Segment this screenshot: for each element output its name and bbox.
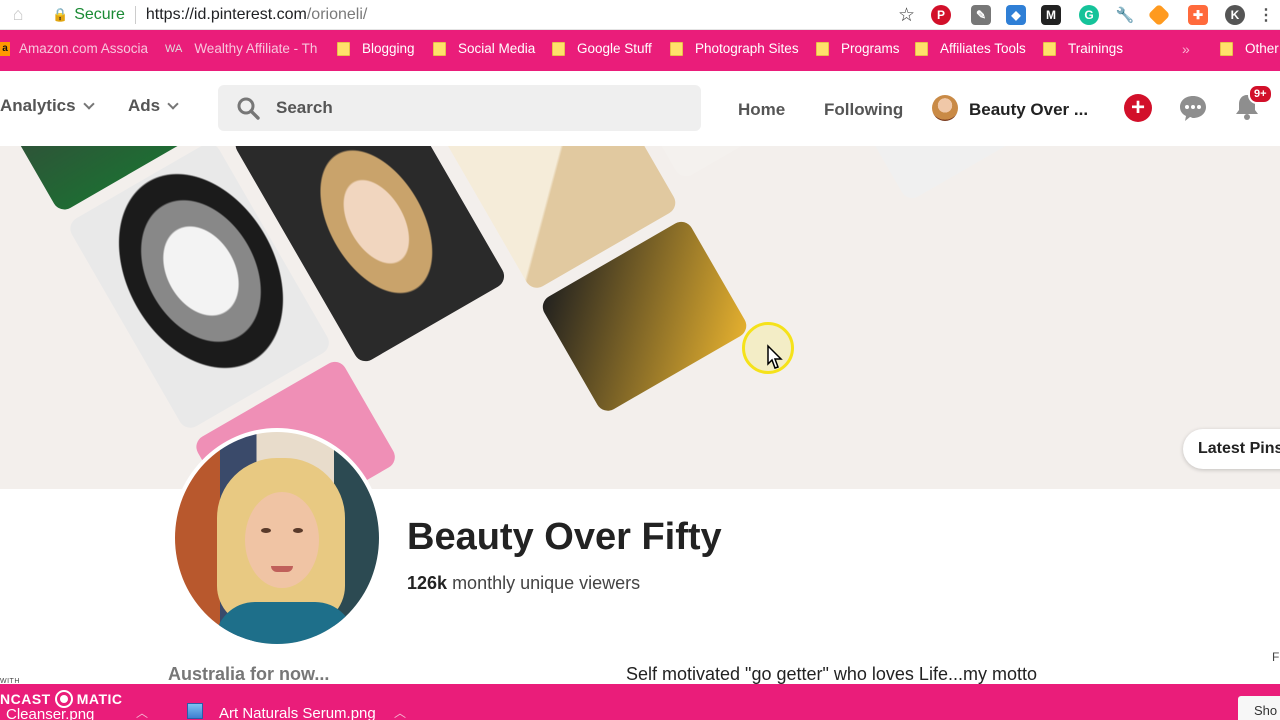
- bookmark-star-icon[interactable]: ☆: [898, 4, 915, 27]
- wealthy-affiliate-icon: WA: [165, 42, 183, 55]
- castomatic-with: WITH: [0, 678, 20, 685]
- download-item[interactable]: Cleanser.png: [6, 706, 94, 720]
- browser-address-bar: ⌂ 🔒 Secure https://id.pinterest.com/orio…: [0, 0, 1280, 30]
- bookmark-label: Trainings: [1068, 41, 1124, 56]
- search-icon: [237, 97, 260, 120]
- home-link[interactable]: Home: [738, 100, 785, 120]
- photo-top: [215, 602, 355, 644]
- photo-face: [245, 492, 319, 588]
- bookmark-folder-google-stuff[interactable]: Google Stuff: [552, 41, 652, 56]
- castomatic-right: MATIC: [76, 691, 123, 707]
- puzzle-extension-icon[interactable]: ✚: [1188, 5, 1208, 25]
- notification-badge: 9+: [1248, 84, 1273, 104]
- shield-extension-icon[interactable]: ◆: [1006, 5, 1026, 25]
- bookmark-folder-affiliates-tools[interactable]: Affiliates Tools: [915, 41, 1026, 56]
- bookmark-label: Blogging: [362, 41, 415, 56]
- pin-thumbnail[interactable]: [797, 146, 1056, 203]
- right-edge-text: F: [1272, 650, 1280, 664]
- wrench-extension-icon[interactable]: 🔧: [1115, 5, 1135, 25]
- bookmark-label: Programs: [841, 41, 900, 56]
- bookmark-label: Photograph Sites: [695, 41, 799, 56]
- home-icon[interactable]: ⌂: [0, 0, 36, 30]
- analytics-label: Analytics: [0, 96, 76, 115]
- chevron-up-icon[interactable]: ︿: [136, 704, 148, 720]
- bookmark-folder-programs[interactable]: Programs: [816, 41, 900, 56]
- secure-label[interactable]: Secure: [74, 6, 125, 24]
- more-bookmarks-button[interactable]: »: [1182, 41, 1190, 57]
- following-link[interactable]: Following: [824, 100, 903, 120]
- monthly-viewers: 126k monthly unique viewers: [407, 573, 640, 594]
- cover-collage[interactable]: Latest Pins: [0, 146, 1280, 489]
- url-field[interactable]: https://id.pinterest.com/orioneli/: [146, 6, 367, 24]
- folder-icon: [816, 41, 829, 56]
- viewers-label: monthly unique viewers: [452, 573, 641, 593]
- latest-pins-button[interactable]: Latest Pins: [1183, 429, 1280, 469]
- bookmark-label: Social Media: [458, 41, 536, 56]
- search-bar[interactable]: [218, 85, 701, 131]
- folder-icon: [915, 41, 928, 56]
- photo-eye: [293, 528, 303, 533]
- download-item[interactable]: Art Naturals Serum.png: [219, 705, 376, 720]
- ads-dropdown[interactable]: Ads: [128, 96, 179, 116]
- profile-location: Australia for now...: [168, 664, 330, 684]
- bookmark-label: Other: [1245, 41, 1279, 56]
- chevron-down-icon: [167, 97, 179, 110]
- ads-label: Ads: [128, 96, 161, 115]
- address-divider: [134, 5, 136, 24]
- folder-icon: [670, 41, 683, 56]
- castomatic-left: NCAST: [0, 691, 51, 707]
- profile-bio: Self motivated "go getter" who loves Lif…: [626, 664, 1037, 684]
- folder-icon: [1043, 41, 1056, 56]
- menu-dots-icon[interactable]: ⋮: [1256, 5, 1276, 25]
- bookmark-label: Amazon.com Associa: [19, 41, 149, 56]
- show-all-button[interactable]: Sho: [1238, 696, 1280, 720]
- amazon-icon: a: [0, 41, 10, 56]
- analytics-dropdown[interactable]: Analytics: [0, 96, 95, 116]
- download-shelf: WITH NCAST MATIC Cleanser.png ︿ Art Natu…: [0, 678, 1280, 720]
- url-host: https://id.pinterest.com: [145, 5, 307, 23]
- lock-icon: 🔒: [52, 6, 69, 22]
- bookmarks-bar: a Amazon.com Associa WA Wealthy Affiliate …: [0, 30, 1280, 71]
- photo-eye: [261, 528, 271, 533]
- folder-icon: [552, 41, 565, 56]
- chevron-up-icon[interactable]: ︿: [394, 704, 406, 720]
- viewers-count: 126k: [407, 573, 448, 593]
- bookmark-label: Google Stuff: [577, 41, 652, 56]
- grammarly-extension-icon[interactable]: G: [1079, 5, 1099, 25]
- page-title: Beauty Over Fifty: [407, 516, 722, 558]
- profile-photo[interactable]: [171, 428, 383, 648]
- bookmark-folder-blogging[interactable]: Blogging: [337, 41, 415, 56]
- messages-icon[interactable]: [1178, 94, 1208, 122]
- more-bookmarks-icon: »: [1182, 41, 1190, 57]
- honey-extension-icon[interactable]: [1147, 3, 1171, 27]
- bookmark-folder-other[interactable]: Other: [1220, 41, 1279, 56]
- chevron-down-icon: [82, 97, 95, 110]
- bookmark-folder-photograph-sites[interactable]: Photograph Sites: [670, 41, 799, 56]
- folder-icon: [433, 41, 446, 56]
- pinterest-extension-icon[interactable]: P: [931, 5, 951, 25]
- photo-mouth: [271, 566, 293, 572]
- bookmark-label: Wealthy Affiliate - Th: [194, 41, 318, 56]
- pen-extension-icon[interactable]: ✎: [971, 5, 991, 25]
- bookmark-wealthy-affiliate[interactable]: WA Wealthy Affiliate - Th: [165, 41, 317, 56]
- bookmark-label: Affiliates Tools: [940, 41, 1026, 56]
- mouse-cursor-icon: [767, 344, 783, 369]
- folder-icon: [1220, 41, 1233, 56]
- medium-extension-icon[interactable]: M: [1041, 5, 1061, 25]
- url-path: /orioneli/: [306, 5, 368, 23]
- folder-icon: [337, 41, 350, 56]
- bookmark-amazon[interactable]: a Amazon.com Associa: [0, 41, 148, 56]
- pinterest-header: Analytics Ads Home Following Beauty Over…: [0, 71, 1280, 146]
- bookmark-folder-social-media[interactable]: Social Media: [433, 41, 535, 56]
- image-file-icon: [187, 703, 203, 719]
- profile-k-icon[interactable]: K: [1225, 5, 1245, 25]
- create-pin-button[interactable]: +: [1124, 94, 1152, 122]
- profile-link[interactable]: Beauty Over ...: [969, 100, 1088, 120]
- bookmark-folder-trainings[interactable]: Trainings: [1043, 41, 1123, 56]
- search-input[interactable]: [276, 85, 676, 131]
- avatar[interactable]: [932, 95, 958, 121]
